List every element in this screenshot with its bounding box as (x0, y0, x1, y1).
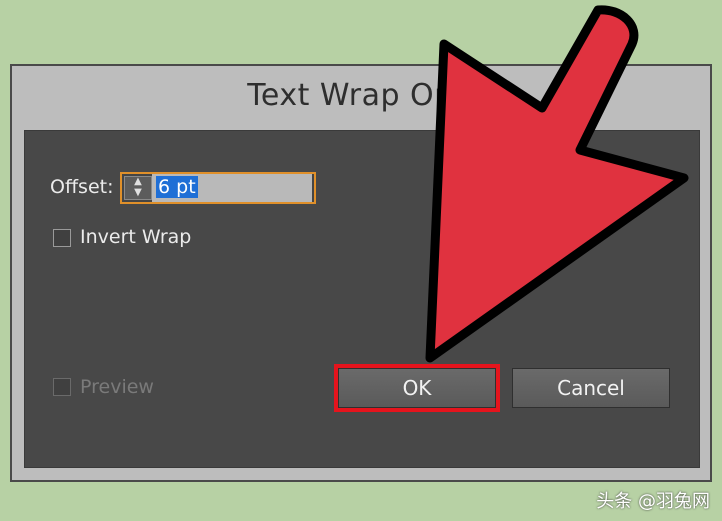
pointer-arrow-icon (425, 5, 689, 363)
watermark-text: 头条 @羽兔网 (596, 491, 710, 512)
